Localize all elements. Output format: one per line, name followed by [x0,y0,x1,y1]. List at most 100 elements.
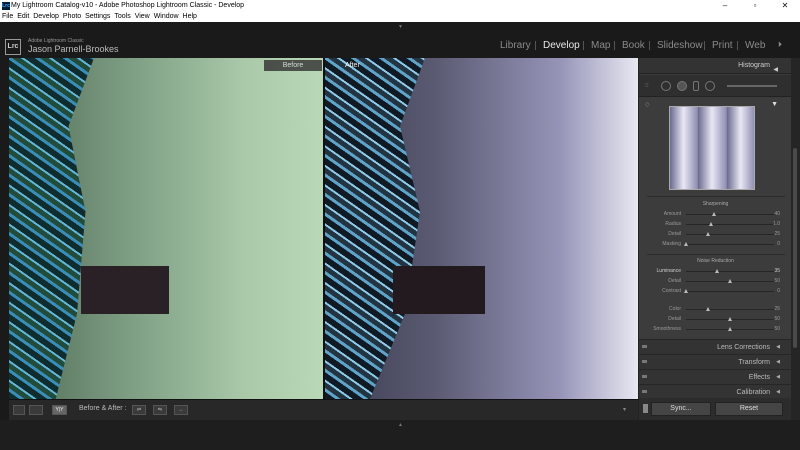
panel-switch-icon[interactable] [642,345,647,348]
menu-window[interactable]: Window [154,12,179,22]
histogram-header[interactable]: Histogram ◀ [639,58,792,74]
module-map[interactable]: Map [591,40,610,51]
copy-before-to-after-icon[interactable]: ⇄ [132,405,146,415]
panel-title: Transform [738,359,770,366]
masking-tool-icon[interactable] [705,81,715,91]
menu-bar: File Edit Develop Photo Settings Tools V… [0,12,800,22]
curtain [325,58,425,399]
slider-knob[interactable] [714,269,719,273]
slider-smoothness[interactable]: Smoothness 50 [639,325,792,334]
module-book[interactable]: Book [622,40,645,51]
panel-switch-icon[interactable] [642,390,647,393]
slider-color-detail[interactable]: Detail 50 [639,315,792,324]
slider-knob[interactable] [706,232,710,236]
after-image[interactable] [325,58,638,399]
lrc-logo: Lrc [5,39,21,55]
close-button[interactable]: ✕ [770,0,800,12]
spot-removal-tool-icon[interactable] [677,81,687,91]
menu-file[interactable]: File [2,12,13,22]
slider-knob[interactable] [684,289,688,293]
copy-after-to-before-icon[interactable]: ⇆ [153,405,167,415]
panel-transform[interactable]: Transform ◀ [639,354,792,369]
before-after-mode-icon[interactable]: Y|Y [52,405,67,415]
slider-masking[interactable]: Masking 0 [639,240,792,249]
scroll-thumb[interactable] [793,148,797,348]
slider-luminance-detail[interactable]: Detail 50 [639,277,792,286]
grid-icon[interactable]: ⁝⁝ [645,82,649,89]
swap-before-after-icon[interactable]: ↔ [174,405,188,415]
module-separator [535,41,536,50]
toolbar-menu-icon[interactable]: ▾ [623,406,626,413]
detail-panel: ◇ ▼ Sharpening Amount 40 Radius 1.0 Deta… [639,98,792,338]
detail-preview[interactable] [669,106,755,190]
module-slideshow[interactable]: Slideshow [657,40,703,51]
compare-view-icon[interactable] [29,405,43,415]
before-label: Before [264,60,322,71]
top-panel-toggle-icon[interactable]: ▼ [398,24,403,30]
user-name: Jason Parnell-Brookes [28,44,119,54]
slider-detail[interactable]: Detail 25 [639,230,792,239]
panel-button-bar: Sync... Reset [639,398,792,420]
panel-switch-icon[interactable] [642,360,647,363]
menu-photo[interactable]: Photo [63,12,81,22]
histogram-title: Histogram [738,62,770,69]
sharpening-title: Sharpening [702,201,729,207]
module-library[interactable]: Library [500,40,531,51]
noise-reduction-title: Noise Reduction [697,258,734,264]
panel-switch-icon[interactable] [642,375,647,378]
bottom-panel-toggle-icon[interactable]: ▲ [398,422,403,428]
module-separator [583,41,584,50]
module-print[interactable]: Print [712,40,733,51]
menu-tools[interactable]: Tools [114,12,130,22]
window-title: My Lightroom Catalog-v10 - Adobe Photosh… [11,2,245,9]
module-separator [614,41,615,50]
menu-develop[interactable]: Develop [33,12,59,22]
before-after-viewer[interactable]: Before After [9,58,638,399]
slider-knob[interactable] [728,317,732,321]
tool-strip-slider[interactable] [727,85,777,87]
slider-knob[interactable] [708,222,713,226]
divider [647,196,785,197]
maximize-button[interactable]: ▫ [740,0,770,12]
module-web[interactable]: Web [745,40,765,51]
menu-settings[interactable]: Settings [85,12,110,22]
slider-knob[interactable] [728,279,732,283]
divider [647,254,785,255]
right-panel-scrollbar[interactable] [791,58,800,420]
loupe-view-icon[interactable] [13,405,25,415]
shelf [393,266,485,314]
target-adjustment-icon[interactable]: ◇ [645,101,650,108]
crop-tool-icon[interactable] [661,81,671,91]
after-label: After [345,62,360,69]
reset-button[interactable]: Reset [715,402,783,416]
slider-radius[interactable]: Radius 1.0 [639,220,792,229]
slider-luminance[interactable]: Luminance 35 [639,267,792,276]
panel-lens-corrections[interactable]: Lens Corrections ◀ [639,339,792,354]
slider-knob[interactable] [706,307,710,311]
panel-title: Effects [748,374,770,381]
slider-amount[interactable]: Amount 40 [639,210,792,219]
auto-sync-switch-icon[interactable] [643,404,648,413]
menu-view[interactable]: View [135,12,150,22]
preview-toggle-icon[interactable]: ▼ [771,101,778,108]
slider-color[interactable]: Color 25 [639,305,792,314]
menu-help[interactable]: Help [183,12,197,22]
module-separator [704,41,705,50]
before-after-label: Before & After : [79,405,127,412]
panel-title: Calibration [736,389,770,396]
expand-arrow-icon: ◀ [776,359,780,365]
panel-calibration[interactable]: Calibration ◀ [639,384,792,399]
sync-button[interactable]: Sync... [651,402,711,416]
module-picker-toggle-icon[interactable]: ⏵ [778,40,782,50]
red-eye-tool-icon[interactable] [693,81,699,91]
before-image[interactable] [9,58,323,399]
slider-knob[interactable] [728,327,732,331]
module-develop[interactable]: Develop [543,40,580,51]
slider-knob[interactable] [712,212,717,216]
menu-edit[interactable]: Edit [17,12,29,22]
panel-effects[interactable]: Effects ◀ [639,369,792,384]
slider-knob[interactable] [684,242,688,246]
minimize-button[interactable]: – [710,0,740,12]
slider-contrast[interactable]: Contrast 0 [639,287,792,296]
left-panel-collapsed[interactable] [0,58,9,420]
